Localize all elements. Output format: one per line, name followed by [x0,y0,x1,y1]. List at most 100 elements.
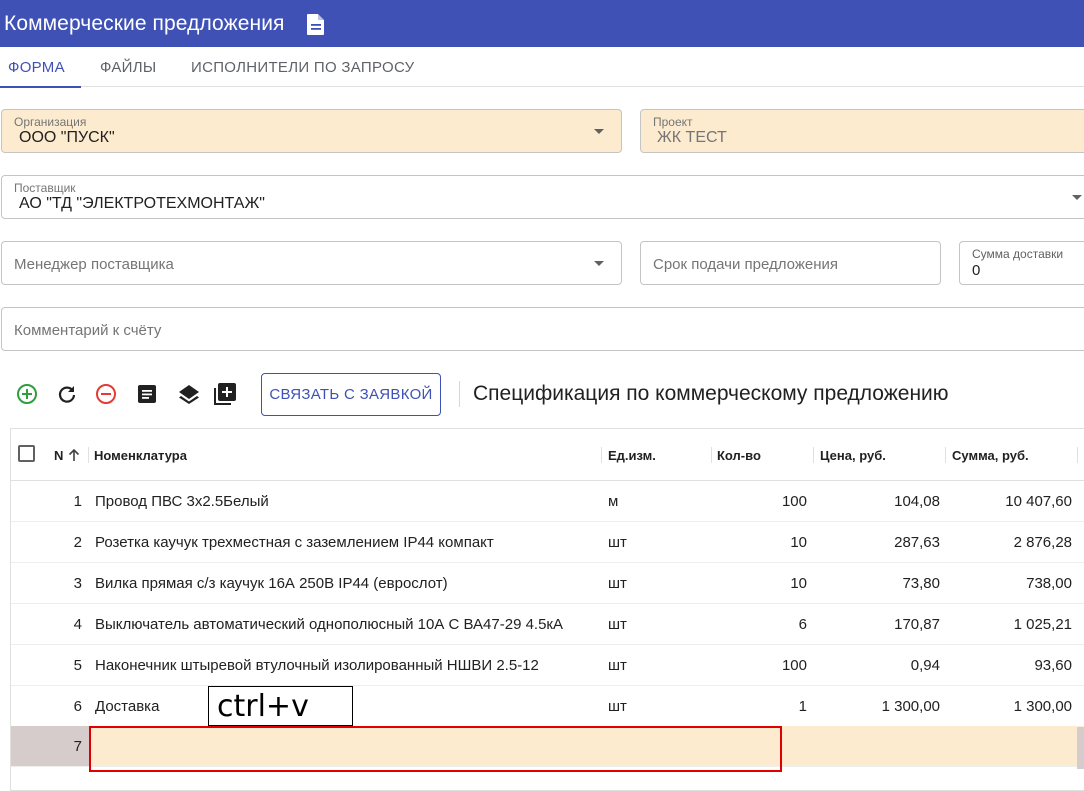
cell-qty[interactable]: 10 [711,563,807,603]
layers-icon[interactable] [176,381,202,407]
supplier-select[interactable]: Поставщик АО "ТД "ЭЛЕКТРОТЕХМОНТАЖ" [1,175,1084,219]
cell-price[interactable]: 73,80 [813,563,940,603]
table-row[interactable]: 6 Доставка шт 1 1 300,00 1 300,00 [11,686,1084,727]
toolbar-divider [459,381,460,407]
cell-qty[interactable]: 100 [711,481,807,521]
cell-n[interactable]: 2 [11,522,82,562]
project-label: Проект [653,115,693,129]
cell-name[interactable]: Провод ПВС 3х2.5Белый [95,481,595,521]
column-header-unit[interactable]: Ед.изм. [608,429,656,481]
sort-arrow-up-icon[interactable] [68,448,80,462]
cell-sum[interactable]: 2 876,28 [945,522,1072,562]
column-header-n[interactable]: N [54,429,80,481]
add-box-icon[interactable] [212,381,238,407]
table-row[interactable]: 5 Наконечник штыревой втулочный изолирова… [11,645,1084,686]
column-header-name[interactable]: Номенклатура [94,429,187,481]
column-separator[interactable] [1077,447,1078,463]
supplier-label: Поставщик [14,181,76,195]
project-field[interactable]: Проект ЖК ТЕСТ [640,109,1084,153]
table-row[interactable]: 2 Розетка каучук трехместная с заземление… [11,522,1084,563]
cell-n[interactable]: 6 [11,686,82,726]
cell-price[interactable]: 287,63 [813,522,940,562]
column-separator[interactable] [601,447,602,463]
cell-qty[interactable]: 100 [711,645,807,685]
column-separator[interactable] [711,447,712,463]
page-title: Коммерческие предложения [4,11,285,35]
column-unit-label: Ед.изм. [608,447,656,463]
table-row[interactable]: 1 Провод ПВС 3х2.5Белый м 100 104,08 10 407,6… [11,481,1084,522]
link-to-request-button[interactable]: СВЯЗАТЬ С ЗАЯВКОЙ [261,373,441,416]
cell-n[interactable]: 4 [11,604,82,644]
cell-sum[interactable]: 1 300,00 [945,686,1072,726]
select-all-checkbox[interactable] [18,445,35,462]
supplier-manager-placeholder: Менеджер поставщика [14,256,174,273]
delivery-sum-value: 0 [972,262,981,279]
row-scroll-indicator[interactable] [1077,727,1084,769]
cell-unit[interactable]: шт [608,686,698,726]
remove-circle-icon[interactable] [93,381,119,407]
deadline-placeholder: Срок подачи предложения [653,256,838,273]
list-icon[interactable] [134,381,160,407]
tab-executors[interactable]: ИСПОЛНИТЕЛИ ПО ЗАПРОСУ [191,47,414,87]
tab-files-label: ФАЙЛЫ [100,58,157,76]
cell-qty[interactable]: 10 [711,522,807,562]
column-separator[interactable] [88,447,89,463]
cell-sum[interactable]: 738,00 [945,563,1072,603]
column-sum-label: Сумма, руб. [952,447,1029,463]
manager-dropdown-icon[interactable] [594,261,604,266]
cell-n[interactable]: 1 [11,481,82,521]
cell-unit[interactable]: шт [608,604,698,644]
cell-price[interactable]: 170,87 [813,604,940,644]
cell-unit[interactable]: шт [608,522,698,562]
delivery-sum-field[interactable]: Сумма доставки 0 [959,241,1084,285]
column-separator[interactable] [945,447,946,463]
add-circle-icon[interactable] [14,381,40,407]
cell-price[interactable]: 0,94 [813,645,940,685]
cell-name[interactable]: Вилка прямая с/з каучук 16А 250В IP44 (е… [95,563,595,603]
organization-select[interactable]: Организация ООО "ПУСК" [1,109,622,153]
tab-form[interactable]: ФОРМА [0,47,81,88]
supplier-dropdown-icon[interactable] [1072,195,1082,200]
app-header: Коммерческие предложения [0,0,1084,47]
cell-qty[interactable]: 6 [711,604,807,644]
cell-name[interactable]: Выключатель автоматический однополюсный … [95,604,595,644]
highlight-box [89,726,782,772]
table-row[interactable]: 4 Выключатель автоматический однополюсный… [11,604,1084,645]
cell-name[interactable]: Розетка каучук трехместная с заземлением… [95,522,595,562]
column-name-label: Номенклатура [94,447,187,463]
specification-title: Спецификация по коммерческому предложени… [473,382,949,405]
supplier-value: АО "ТД "ЭЛЕКТРОТЕХМОНТАЖ" [19,195,265,212]
organization-dropdown-icon[interactable] [594,129,604,134]
column-header-sum[interactable]: Сумма, руб. [952,429,1029,481]
cell-unit[interactable]: шт [608,563,698,603]
delivery-sum-label: Сумма доставки [972,247,1064,261]
tab-files[interactable]: ФАЙЛЫ [100,47,156,87]
cell-sum[interactable]: 93,60 [945,645,1072,685]
cell-unit[interactable]: м [608,481,698,521]
organization-value: ООО "ПУСК" [19,129,115,146]
column-qty-label: Кол-во [717,447,761,463]
document-icon[interactable] [305,12,327,36]
cell-sum[interactable]: 1 025,21 [945,604,1072,644]
cell-qty[interactable]: 1 [711,686,807,726]
column-price-label: Цена, руб. [820,447,886,463]
cell-name[interactable]: Наконечник штыревой втулочный изолирован… [95,645,595,685]
cell-unit[interactable]: шт [608,645,698,685]
specification-table: N Номенклатура Ед.изм. Кол-во Цена, руб.… [10,428,1084,791]
active-tab-indicator [0,86,81,88]
cell-sum[interactable]: 10 407,60 [945,481,1072,521]
table-row[interactable]: 3 Вилка прямая с/з каучук 16А 250В IP44 (… [11,563,1084,604]
comment-field[interactable]: Комментарий к счёту [1,307,1084,351]
tab-form-label: ФОРМА [8,58,65,76]
supplier-manager-select[interactable]: Менеджер поставщика [1,241,622,285]
cell-price[interactable]: 1 300,00 [813,686,940,726]
column-n-label: N [54,447,64,463]
column-header-price[interactable]: Цена, руб. [820,429,886,481]
column-separator[interactable] [813,447,814,463]
refresh-icon[interactable] [54,381,80,407]
cell-price[interactable]: 104,08 [813,481,940,521]
cell-n[interactable]: 3 [11,563,82,603]
column-header-qty[interactable]: Кол-во [717,429,761,481]
deadline-field[interactable]: Срок подачи предложения [640,241,941,285]
cell-n[interactable]: 5 [11,645,82,685]
